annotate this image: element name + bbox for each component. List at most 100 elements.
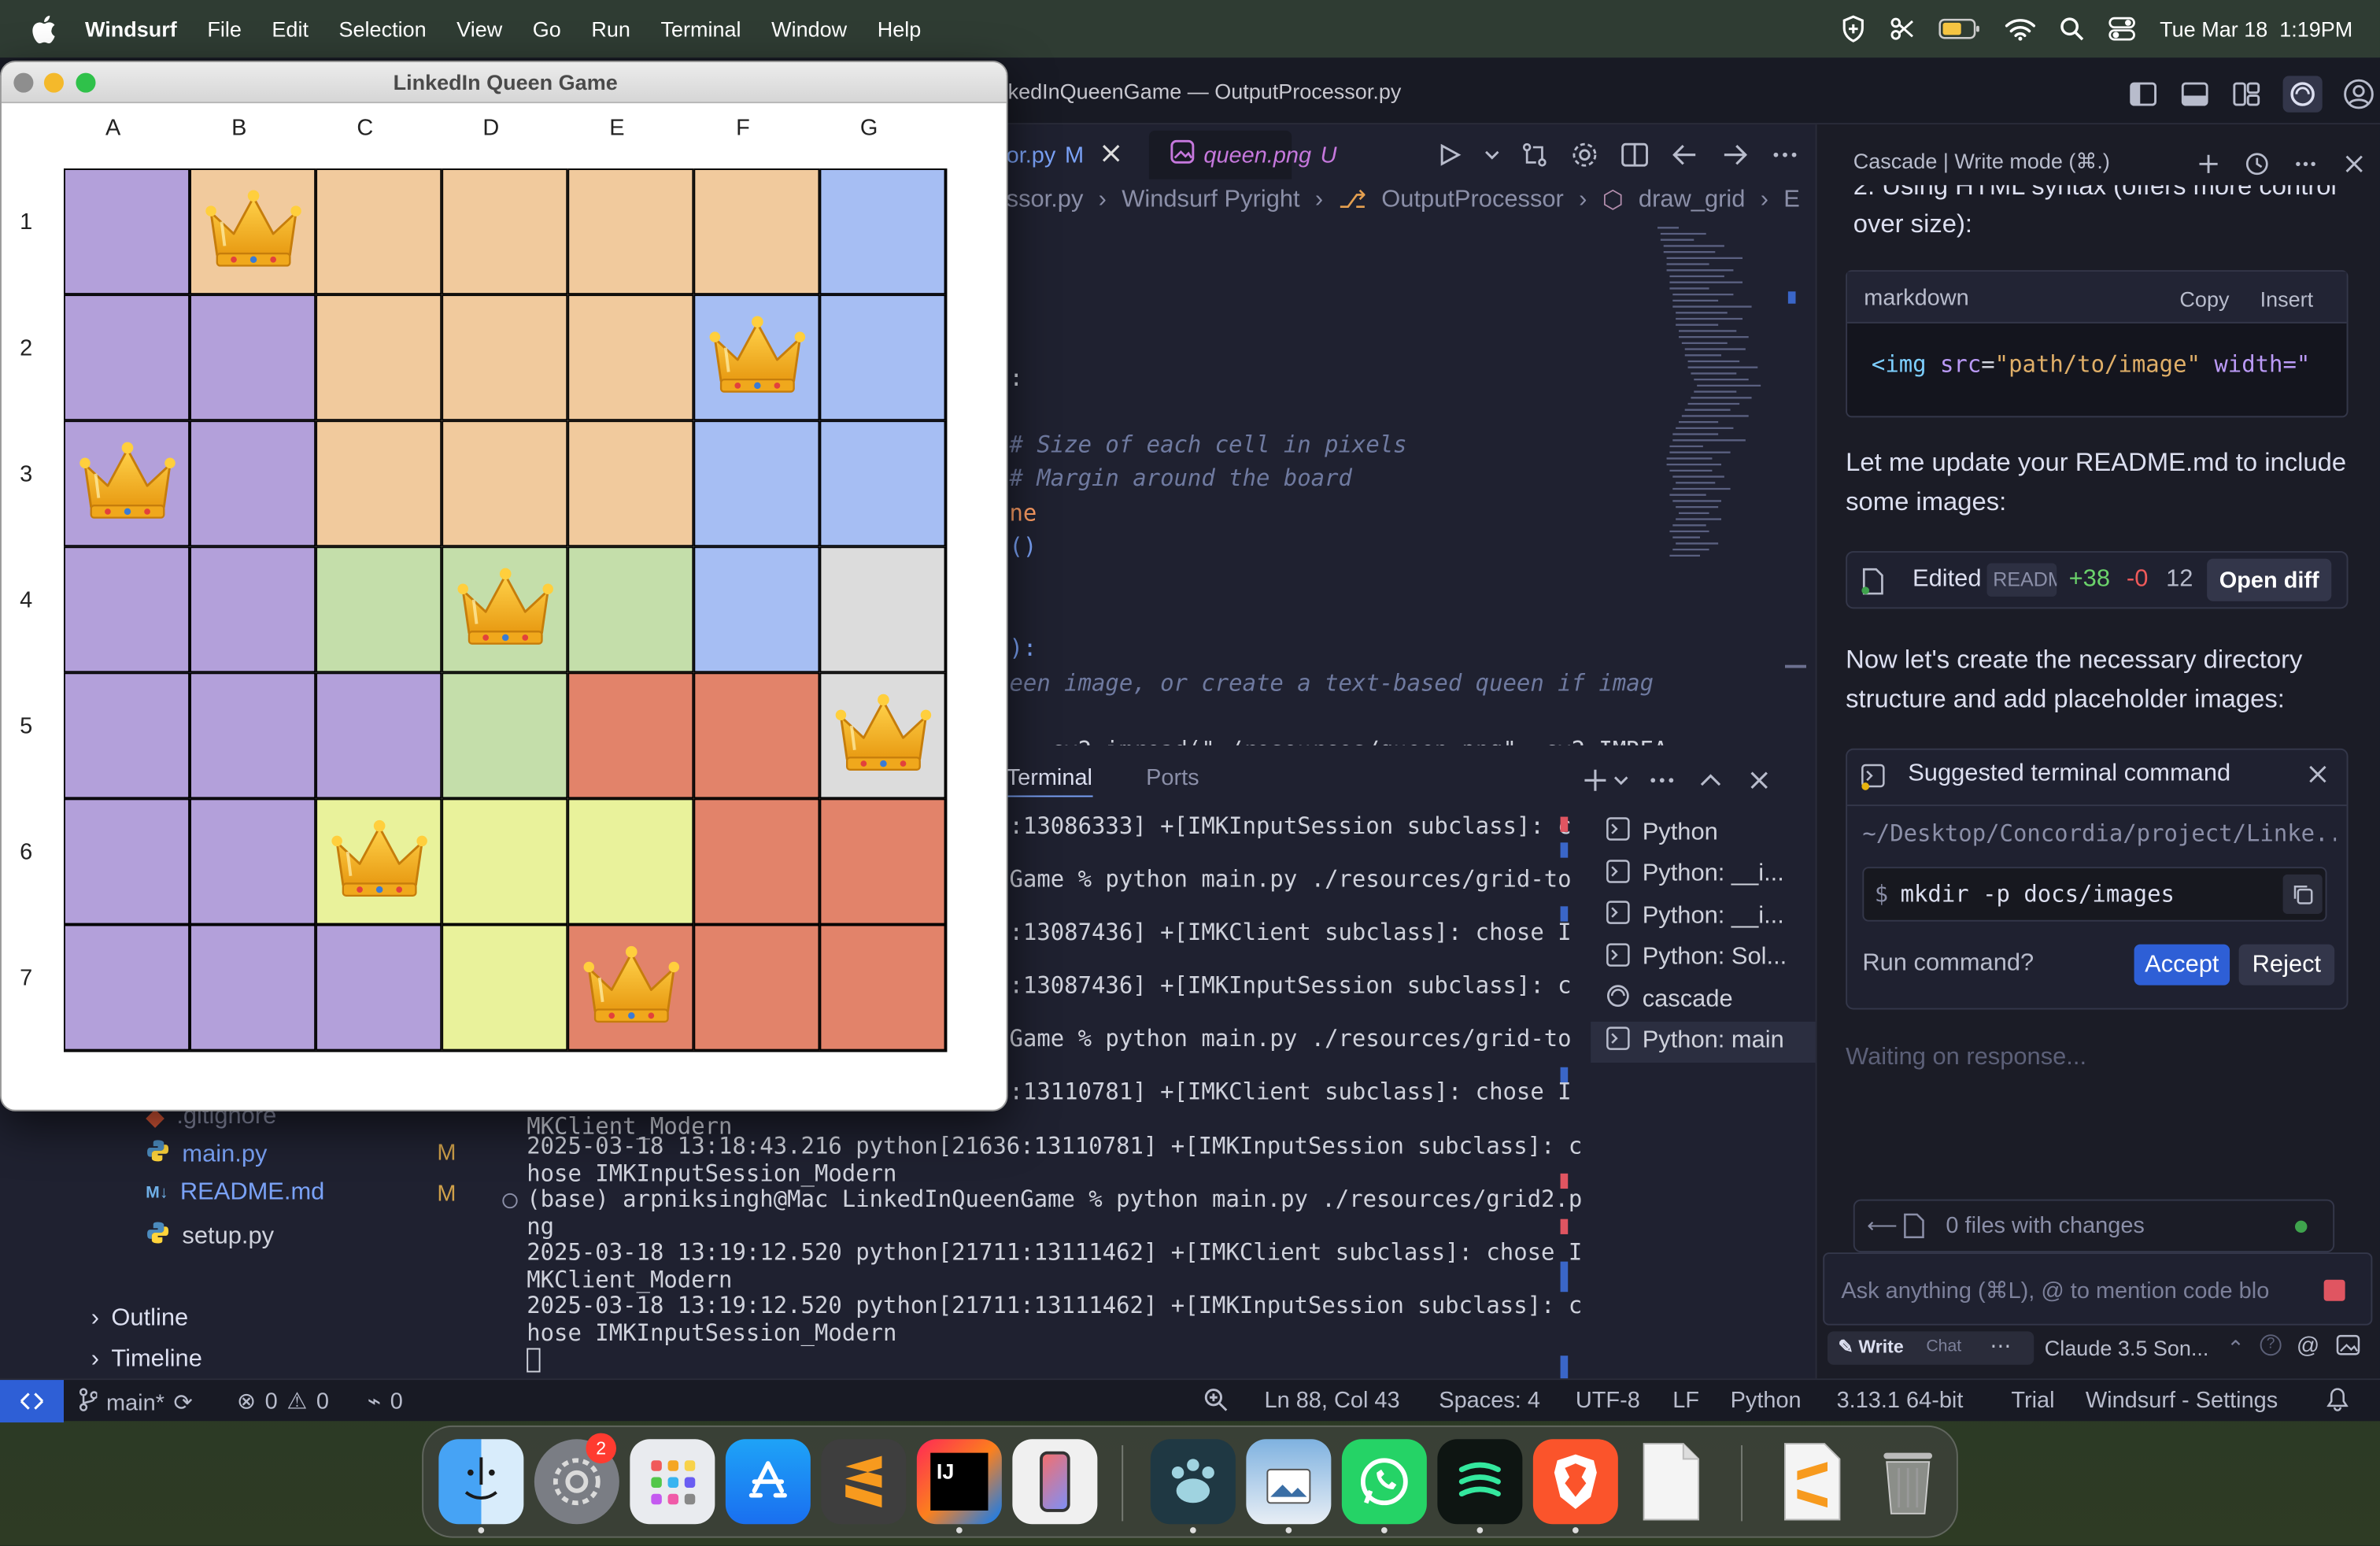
toggle-sidebar-icon[interactable] (2128, 79, 2159, 109)
scissors-icon[interactable] (1890, 17, 1914, 41)
more-actions-icon[interactable] (1770, 139, 1801, 170)
command-box[interactable]: $ mkdir -p docs/images (1862, 867, 2327, 922)
board-cell-D4[interactable] (442, 546, 568, 673)
gear-icon[interactable] (1569, 139, 1600, 170)
board-cell-C2[interactable] (316, 294, 442, 421)
board-cell-F4[interactable] (693, 546, 820, 673)
files-changes-bar[interactable]: ⟵ 0 files with changes (1853, 1199, 2335, 1253)
board-cell-C5[interactable] (316, 672, 442, 799)
outline-section[interactable]: › Outline (91, 1306, 188, 1333)
board-cell-G5[interactable] (819, 672, 946, 799)
breadcrumb-method[interactable]: draw_grid (1639, 187, 1746, 214)
terminal-list-item[interactable]: Python (1591, 812, 1815, 854)
control-center-icon[interactable] (2108, 17, 2136, 41)
app-store-icon[interactable] (725, 1439, 811, 1525)
board-cell-B4[interactable] (190, 546, 316, 673)
board-cell-G1[interactable] (819, 168, 946, 295)
image-upload-icon[interactable] (2336, 1334, 2360, 1360)
trial-status[interactable]: Trial (2011, 1388, 2054, 1414)
board-cell-G7[interactable] (819, 924, 946, 1051)
board-cell-G4[interactable] (819, 546, 946, 673)
close-icon[interactable] (2308, 764, 2326, 791)
insert-button[interactable]: Insert (2260, 287, 2314, 311)
board-cell-D6[interactable] (442, 798, 568, 925)
board-cell-C4[interactable] (316, 546, 442, 673)
board-cell-G2[interactable] (819, 294, 946, 421)
board-cell-A6[interactable] (63, 798, 190, 925)
terminal-list-item[interactable]: Python: __i... (1591, 854, 1815, 896)
vpn-shield-icon[interactable] (1841, 15, 1865, 43)
board-cell-B5[interactable] (190, 672, 316, 799)
board-cell-G3[interactable] (819, 420, 946, 547)
tab-ports[interactable]: Ports (1146, 765, 1199, 791)
copy-button[interactable]: Copy (2179, 287, 2229, 311)
more-actions-icon[interactable] (2290, 149, 2321, 179)
menu-run[interactable]: Run (591, 17, 630, 41)
terminal-list-item[interactable]: Python: __i... (1591, 896, 1815, 938)
file-item[interactable]: setup.py (146, 1221, 274, 1253)
tab-queen-png[interactable]: queen.png U (1170, 131, 1337, 179)
terminal-list-item[interactable]: cascade (1591, 979, 1815, 1021)
problems-indicator[interactable]: ⊗ 0 ⚠ 0 (237, 1388, 329, 1415)
layout-icon[interactable] (2231, 79, 2262, 109)
window-close-button[interactable] (13, 72, 34, 93)
model-selector[interactable]: Claude 3.5 Son... (2045, 1336, 2209, 1360)
windsurf-app-icon[interactable] (1437, 1439, 1523, 1525)
arrow-left-icon[interactable]: ⟵ (1867, 1213, 1898, 1239)
reject-button[interactable]: Reject (2238, 944, 2335, 986)
line-ending[interactable]: LF (1672, 1388, 1699, 1414)
history-icon[interactable] (2241, 149, 2272, 179)
breadcrumb-file[interactable]: ssor.py (1007, 187, 1084, 214)
board-cell-E4[interactable] (567, 546, 694, 673)
board-cell-B1[interactable] (190, 168, 316, 295)
board-cell-E6[interactable] (567, 798, 694, 925)
open-diff-button[interactable]: Open diff (2207, 558, 2332, 601)
battery-icon[interactable] (1938, 18, 1981, 39)
new-conversation-icon[interactable] (2193, 149, 2224, 179)
ask-input[interactable]: Ask anything (⌘L), @ to mention code blo (1823, 1252, 2373, 1326)
board-cell-A5[interactable] (63, 672, 190, 799)
iphone-mirroring-icon[interactable] (1012, 1439, 1098, 1525)
board-cell-B3[interactable] (190, 420, 316, 547)
board-cell-F5[interactable] (693, 672, 820, 799)
sync-icon[interactable]: ⟳ (174, 1389, 193, 1417)
board-cell-A1[interactable] (63, 168, 190, 295)
python-interpreter[interactable]: 3.13.1 64-bit (1837, 1388, 1964, 1414)
clock-datetime[interactable]: Tue Mar 18 1:19PM (2160, 17, 2352, 41)
windsurf-settings[interactable]: Windsurf - Settings (2086, 1388, 2278, 1414)
board-cell-E3[interactable] (567, 420, 694, 547)
trash-icon[interactable] (1865, 1439, 1950, 1524)
sublime-document-icon[interactable] (1770, 1439, 1855, 1524)
finder-icon[interactable] (438, 1439, 524, 1525)
board-cell-A7[interactable] (63, 924, 190, 1051)
board-cell-F3[interactable] (693, 420, 820, 547)
stop-icon[interactable] (2323, 1279, 2345, 1301)
board-cell-B6[interactable] (190, 798, 316, 925)
close-icon[interactable] (2339, 149, 2370, 179)
window-minimize-button[interactable] (43, 72, 64, 93)
language-mode[interactable]: Python (1731, 1388, 1802, 1414)
write-mode-button[interactable]: ✎ Write (1838, 1336, 1903, 1357)
board-cell-F2[interactable] (693, 294, 820, 421)
terminal-list-item[interactable]: Python: Sol... (1591, 938, 1815, 979)
board-cell-F6[interactable] (693, 798, 820, 925)
toggle-panel-icon[interactable] (2179, 79, 2210, 109)
preview-icon[interactable] (1246, 1439, 1332, 1525)
board-cell-D7[interactable] (442, 924, 568, 1051)
edited-file-chip[interactable]: READM (1986, 563, 2057, 597)
board-cell-E7[interactable] (567, 924, 694, 1051)
maximize-panel-icon[interactable] (1695, 765, 1726, 796)
whatsapp-icon[interactable] (1341, 1439, 1427, 1525)
terminal-list-item-selected[interactable]: Python: main (1591, 1020, 1816, 1063)
account-icon[interactable] (2344, 79, 2374, 109)
windsurf-cascade-icon[interactable] (2282, 76, 2323, 113)
source-control-compare-icon[interactable] (1519, 139, 1550, 170)
ports-indicator[interactable]: ⌁ 0 (368, 1388, 403, 1415)
breadcrumb-class[interactable]: OutputProcessor (1381, 187, 1564, 214)
launchpad-icon[interactable] (630, 1439, 715, 1525)
board-cell-D2[interactable] (442, 294, 568, 421)
menu-edit[interactable]: Edit (272, 17, 309, 41)
tab-terminal[interactable]: Terminal (1006, 765, 1092, 797)
git-branch[interactable]: main* ⟳ (79, 1388, 193, 1418)
board-cell-E1[interactable] (567, 168, 694, 295)
